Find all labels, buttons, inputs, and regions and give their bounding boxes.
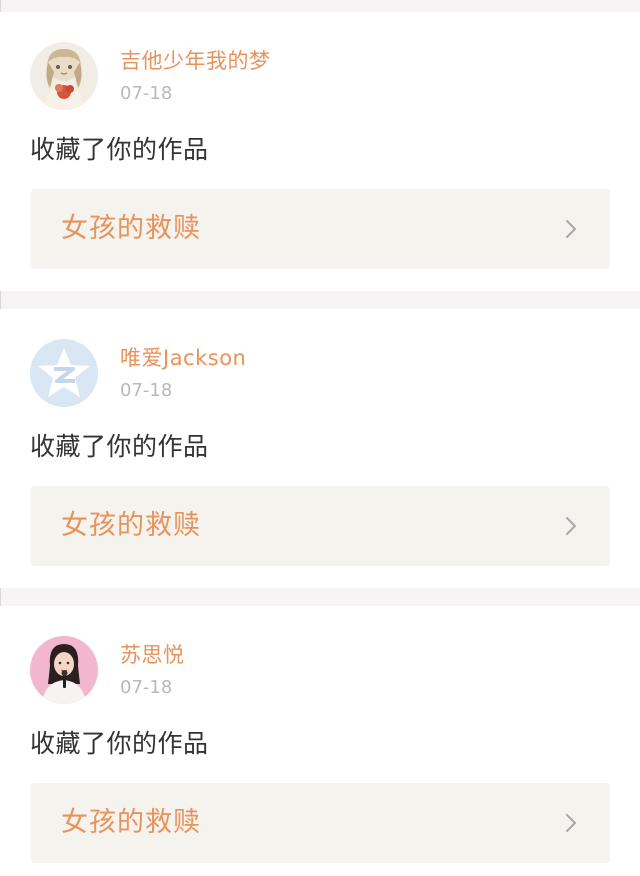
timestamp: 07-18 (120, 380, 173, 401)
work-title: 女孩的救赎 (61, 510, 201, 541)
avatar[interactable] (30, 636, 98, 704)
work-link[interactable]: 女孩的救赎 (31, 486, 610, 566)
chevron-right-icon (566, 814, 576, 832)
chevron-right-icon (566, 220, 576, 238)
action-text: 收藏了你的作品 (30, 729, 209, 758)
work-title: 女孩的救赎 (61, 807, 201, 838)
avatar[interactable] (30, 42, 98, 110)
username[interactable]: 吉他少年我的梦 (120, 48, 271, 74)
avatar-illustrated-girl-icon (30, 42, 98, 110)
work-link[interactable]: 女孩的救赎 (31, 189, 610, 269)
username[interactable]: 苏思悦 (120, 642, 185, 668)
chevron-right-icon (566, 517, 576, 535)
username[interactable]: 唯爱Jackson (120, 345, 246, 371)
avatar[interactable] (30, 339, 98, 407)
timestamp: 07-18 (120, 83, 173, 104)
action-text: 收藏了你的作品 (30, 432, 209, 461)
work-link[interactable]: 女孩的救赎 (31, 783, 610, 863)
notification-card: 唯爱Jackson 07-18 收藏了你的作品 女孩的救赎 (0, 309, 640, 588)
timestamp: 07-18 (120, 677, 173, 698)
notification-feed: 吉他少年我的梦 07-18 收藏了你的作品 女孩的救赎 唯爱Jackson 07… (0, 0, 640, 876)
notification-card: 吉他少年我的梦 07-18 收藏了你的作品 女孩的救赎 (0, 12, 640, 291)
notification-card: 苏思悦 07-18 收藏了你的作品 女孩的救赎 (0, 606, 640, 876)
work-title: 女孩的救赎 (61, 213, 201, 244)
qzone-star-avatar-icon (30, 339, 98, 407)
photo-girl-avatar-icon (30, 636, 98, 704)
action-text: 收藏了你的作品 (30, 135, 209, 164)
